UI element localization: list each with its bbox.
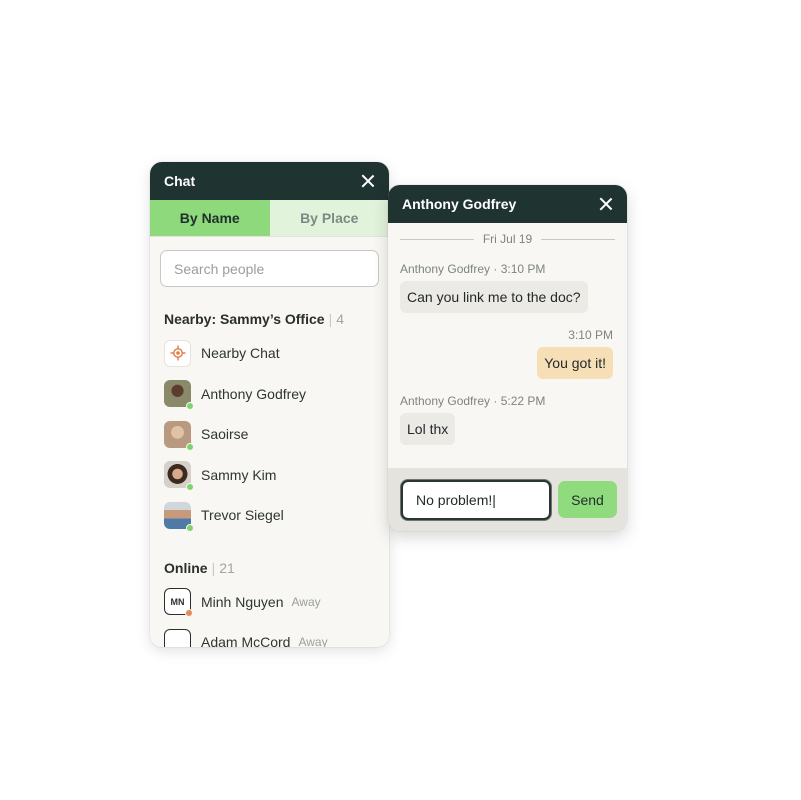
online-status-dot xyxy=(186,402,194,411)
contact-name: Saoirse xyxy=(201,426,249,443)
avatar xyxy=(164,380,194,411)
message-incoming: Can you link me to the doc? xyxy=(388,281,627,313)
contact-name: Minh Nguyen xyxy=(201,593,284,610)
message-composer: Send xyxy=(388,468,627,531)
initials-text: MN xyxy=(170,596,185,607)
nearby-count: 4 xyxy=(336,311,344,327)
list-item-contact[interactable]: MN Minh Nguyen Away xyxy=(164,582,375,623)
tab-by-name[interactable]: By Name xyxy=(150,200,270,236)
avatar-initials xyxy=(164,628,191,647)
contact-name: Adam McCord xyxy=(201,634,291,647)
conversation-header: Anthony Godfrey xyxy=(388,185,627,223)
list-item-contact[interactable]: Saoirse xyxy=(164,414,375,455)
divider: | xyxy=(211,559,216,576)
message-outgoing: You got it! xyxy=(388,347,627,379)
message-bubble: Lol thx xyxy=(400,413,456,445)
message-meta: Anthony Godfrey · 5:22 PM xyxy=(400,394,546,408)
away-status-dot xyxy=(185,609,193,618)
search-container xyxy=(150,237,389,287)
conversation-title: Anthony Godfrey xyxy=(402,196,517,212)
message-meta: 3:10 PM xyxy=(568,328,613,342)
message-incoming: Lol thx xyxy=(388,413,627,445)
message-bubble: You got it! xyxy=(537,347,613,379)
list-item-contact[interactable]: Anthony Godfrey xyxy=(164,374,375,415)
status-text: Away xyxy=(298,635,328,647)
send-button[interactable]: Send xyxy=(558,481,617,518)
message-meta: Anthony Godfrey · 3:10 PM xyxy=(400,262,546,276)
contact-name: Anthony Godfrey xyxy=(201,385,307,402)
status-text: Away xyxy=(291,594,321,609)
date-divider: Fri Jul 19 xyxy=(388,231,627,247)
contact-name: Trevor Siegel xyxy=(201,507,284,524)
chat-tabs: By Name By Place xyxy=(150,200,389,237)
avatar xyxy=(164,420,194,451)
conversation-panel: Anthony Godfrey Fri Jul 19 Anthony Godfr… xyxy=(388,185,627,531)
search-people-input[interactable] xyxy=(160,250,379,287)
chat-panel-header: Chat xyxy=(150,162,389,200)
tab-by-place[interactable]: By Place xyxy=(269,200,389,236)
avatar xyxy=(164,461,194,492)
divider-line xyxy=(541,238,616,240)
message-input[interactable] xyxy=(401,479,551,520)
list-item-contact[interactable]: Sammy Kim xyxy=(164,455,375,496)
avatar-initials: MN xyxy=(164,588,193,618)
avatar xyxy=(164,501,194,532)
nearby-section-header: Nearby: Sammy’s Office | 4 xyxy=(150,311,389,327)
message-bubble: Can you link me to the doc? xyxy=(400,281,588,313)
contact-name: Nearby Chat xyxy=(201,345,280,362)
online-status-dot xyxy=(186,483,194,492)
close-icon[interactable] xyxy=(361,174,375,188)
online-status-dot xyxy=(186,442,194,451)
contact-name: Sammy Kim xyxy=(201,466,277,483)
nearby-section-title: Nearby: Sammy’s Office xyxy=(164,311,325,327)
online-status-dot xyxy=(186,523,194,532)
chat-panel-title: Chat xyxy=(164,173,196,189)
divider-line xyxy=(400,238,474,240)
divider: | xyxy=(328,311,333,327)
online-count: 21 xyxy=(219,559,235,576)
list-item-contact[interactable]: Adam McCord Away xyxy=(164,622,375,647)
online-section-header: Online | 21 xyxy=(150,560,389,576)
list-item-nearby-chat[interactable]: Nearby Chat xyxy=(164,333,375,374)
close-icon[interactable] xyxy=(599,197,613,211)
chat-panel: Chat By Name By Place Nearby: Sammy’s Of… xyxy=(150,162,389,647)
date-label: Fri Jul 19 xyxy=(482,232,533,246)
nearby-list: Nearby Chat Anthony Godfrey Saoirse Samm… xyxy=(150,333,389,536)
online-list: MN Minh Nguyen Away Adam McCord Away xyxy=(150,582,389,647)
list-item-contact[interactable]: Trevor Siegel xyxy=(164,495,375,536)
online-section-title: Online xyxy=(164,559,208,576)
location-target-icon xyxy=(164,339,191,367)
